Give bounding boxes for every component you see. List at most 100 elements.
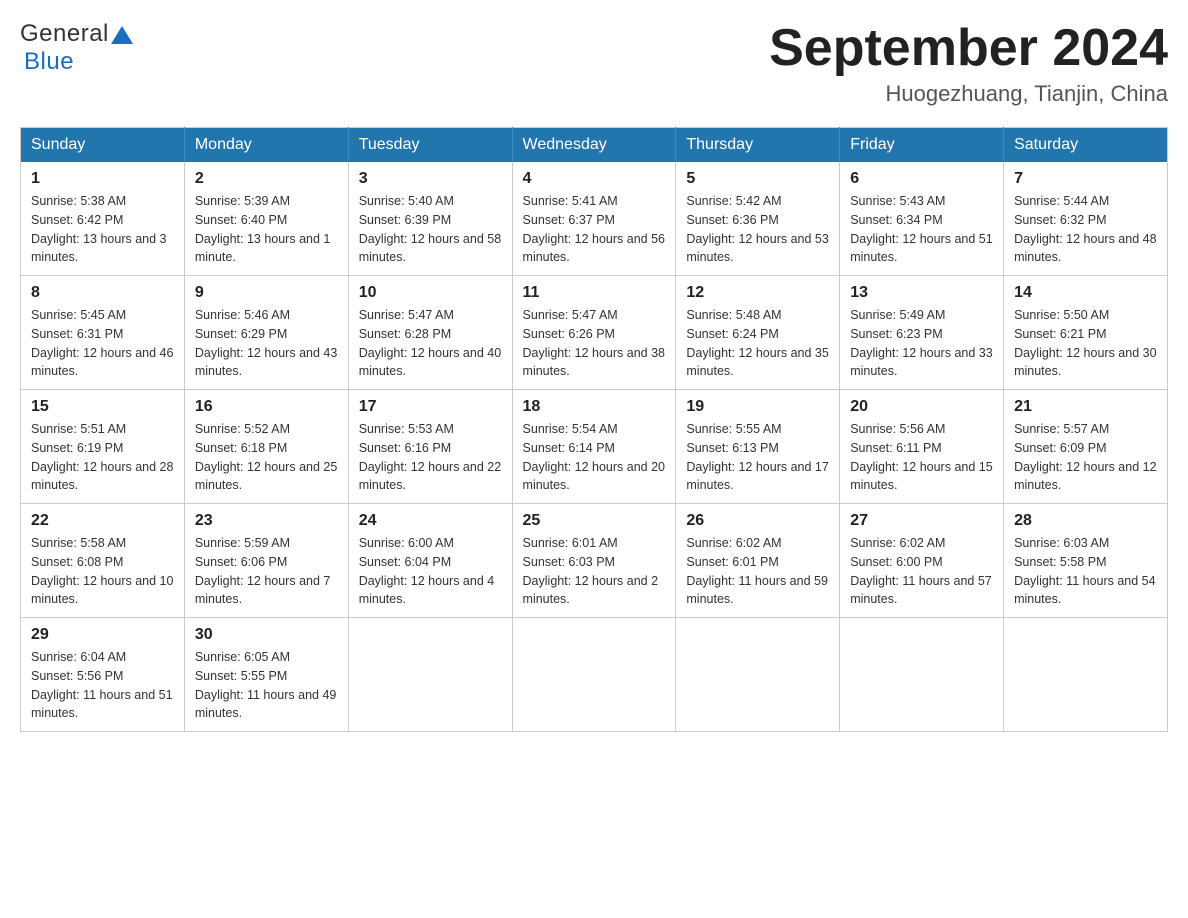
table-row: 19 Sunrise: 5:55 AM Sunset: 6:13 PM Dayl…	[676, 390, 840, 504]
day-number: 1	[31, 170, 174, 188]
table-row: 11 Sunrise: 5:47 AM Sunset: 6:26 PM Dayl…	[512, 276, 676, 390]
day-number: 4	[523, 170, 666, 188]
week-row-2: 8 Sunrise: 5:45 AM Sunset: 6:31 PM Dayli…	[21, 276, 1168, 390]
header-monday: Monday	[184, 128, 348, 163]
day-number: 23	[195, 512, 338, 530]
table-row: 20 Sunrise: 5:56 AM Sunset: 6:11 PM Dayl…	[840, 390, 1004, 504]
table-row: 27 Sunrise: 6:02 AM Sunset: 6:00 PM Dayl…	[840, 504, 1004, 618]
day-info: Sunrise: 5:55 AM Sunset: 6:13 PM Dayligh…	[686, 420, 829, 495]
table-row: 14 Sunrise: 5:50 AM Sunset: 6:21 PM Dayl…	[1004, 276, 1168, 390]
day-number: 27	[850, 512, 993, 530]
table-row: 5 Sunrise: 5:42 AM Sunset: 6:36 PM Dayli…	[676, 162, 840, 276]
day-number: 22	[31, 512, 174, 530]
table-row: 12 Sunrise: 5:48 AM Sunset: 6:24 PM Dayl…	[676, 276, 840, 390]
table-row: 6 Sunrise: 5:43 AM Sunset: 6:34 PM Dayli…	[840, 162, 1004, 276]
day-number: 9	[195, 284, 338, 302]
logo-triangle-icon	[111, 26, 133, 44]
day-info: Sunrise: 5:54 AM Sunset: 6:14 PM Dayligh…	[523, 420, 666, 495]
day-number: 13	[850, 284, 993, 302]
day-number: 14	[1014, 284, 1157, 302]
day-info: Sunrise: 5:44 AM Sunset: 6:32 PM Dayligh…	[1014, 192, 1157, 267]
day-number: 30	[195, 626, 338, 644]
table-row: 17 Sunrise: 5:53 AM Sunset: 6:16 PM Dayl…	[348, 390, 512, 504]
day-number: 5	[686, 170, 829, 188]
week-row-5: 29 Sunrise: 6:04 AM Sunset: 5:56 PM Dayl…	[21, 618, 1168, 732]
day-info: Sunrise: 5:50 AM Sunset: 6:21 PM Dayligh…	[1014, 306, 1157, 381]
day-info: Sunrise: 5:39 AM Sunset: 6:40 PM Dayligh…	[195, 192, 338, 267]
day-info: Sunrise: 5:43 AM Sunset: 6:34 PM Dayligh…	[850, 192, 993, 267]
table-row	[1004, 618, 1168, 732]
logo-blue-text: Blue	[24, 48, 74, 76]
day-info: Sunrise: 6:00 AM Sunset: 6:04 PM Dayligh…	[359, 534, 502, 609]
week-row-3: 15 Sunrise: 5:51 AM Sunset: 6:19 PM Dayl…	[21, 390, 1168, 504]
table-row: 13 Sunrise: 5:49 AM Sunset: 6:23 PM Dayl…	[840, 276, 1004, 390]
logo: General Blue	[20, 20, 133, 76]
day-number: 12	[686, 284, 829, 302]
day-number: 2	[195, 170, 338, 188]
table-row: 23 Sunrise: 5:59 AM Sunset: 6:06 PM Dayl…	[184, 504, 348, 618]
table-row	[348, 618, 512, 732]
day-number: 15	[31, 398, 174, 416]
day-info: Sunrise: 5:58 AM Sunset: 6:08 PM Dayligh…	[31, 534, 174, 609]
day-info: Sunrise: 6:03 AM Sunset: 5:58 PM Dayligh…	[1014, 534, 1157, 609]
table-row: 28 Sunrise: 6:03 AM Sunset: 5:58 PM Dayl…	[1004, 504, 1168, 618]
day-number: 3	[359, 170, 502, 188]
table-row: 9 Sunrise: 5:46 AM Sunset: 6:29 PM Dayli…	[184, 276, 348, 390]
day-info: Sunrise: 5:52 AM Sunset: 6:18 PM Dayligh…	[195, 420, 338, 495]
table-row: 15 Sunrise: 5:51 AM Sunset: 6:19 PM Dayl…	[21, 390, 185, 504]
table-row: 7 Sunrise: 5:44 AM Sunset: 6:32 PM Dayli…	[1004, 162, 1168, 276]
day-number: 24	[359, 512, 502, 530]
table-row: 16 Sunrise: 5:52 AM Sunset: 6:18 PM Dayl…	[184, 390, 348, 504]
day-info: Sunrise: 5:53 AM Sunset: 6:16 PM Dayligh…	[359, 420, 502, 495]
table-row: 1 Sunrise: 5:38 AM Sunset: 6:42 PM Dayli…	[21, 162, 185, 276]
day-info: Sunrise: 5:40 AM Sunset: 6:39 PM Dayligh…	[359, 192, 502, 267]
day-number: 7	[1014, 170, 1157, 188]
day-info: Sunrise: 5:49 AM Sunset: 6:23 PM Dayligh…	[850, 306, 993, 381]
table-row: 30 Sunrise: 6:05 AM Sunset: 5:55 PM Dayl…	[184, 618, 348, 732]
calendar-title-block: September 2024 Huogezhuang, Tianjin, Chi…	[769, 20, 1168, 107]
day-info: Sunrise: 6:04 AM Sunset: 5:56 PM Dayligh…	[31, 648, 174, 723]
day-info: Sunrise: 5:42 AM Sunset: 6:36 PM Dayligh…	[686, 192, 829, 267]
table-row: 10 Sunrise: 5:47 AM Sunset: 6:28 PM Dayl…	[348, 276, 512, 390]
header-friday: Friday	[840, 128, 1004, 163]
table-row: 26 Sunrise: 6:02 AM Sunset: 6:01 PM Dayl…	[676, 504, 840, 618]
table-row: 2 Sunrise: 5:39 AM Sunset: 6:40 PM Dayli…	[184, 162, 348, 276]
day-number: 17	[359, 398, 502, 416]
day-info: Sunrise: 5:45 AM Sunset: 6:31 PM Dayligh…	[31, 306, 174, 381]
header-wednesday: Wednesday	[512, 128, 676, 163]
table-row: 21 Sunrise: 5:57 AM Sunset: 6:09 PM Dayl…	[1004, 390, 1168, 504]
table-row: 18 Sunrise: 5:54 AM Sunset: 6:14 PM Dayl…	[512, 390, 676, 504]
header-thursday: Thursday	[676, 128, 840, 163]
table-row: 25 Sunrise: 6:01 AM Sunset: 6:03 PM Dayl…	[512, 504, 676, 618]
day-number: 10	[359, 284, 502, 302]
week-row-4: 22 Sunrise: 5:58 AM Sunset: 6:08 PM Dayl…	[21, 504, 1168, 618]
table-row: 22 Sunrise: 5:58 AM Sunset: 6:08 PM Dayl…	[21, 504, 185, 618]
table-row	[512, 618, 676, 732]
day-number: 25	[523, 512, 666, 530]
day-number: 8	[31, 284, 174, 302]
day-number: 6	[850, 170, 993, 188]
day-info: Sunrise: 5:41 AM Sunset: 6:37 PM Dayligh…	[523, 192, 666, 267]
day-info: Sunrise: 5:38 AM Sunset: 6:42 PM Dayligh…	[31, 192, 174, 267]
day-number: 16	[195, 398, 338, 416]
day-info: Sunrise: 5:48 AM Sunset: 6:24 PM Dayligh…	[686, 306, 829, 381]
day-number: 26	[686, 512, 829, 530]
table-row: 3 Sunrise: 5:40 AM Sunset: 6:39 PM Dayli…	[348, 162, 512, 276]
table-row: 29 Sunrise: 6:04 AM Sunset: 5:56 PM Dayl…	[21, 618, 185, 732]
day-info: Sunrise: 6:02 AM Sunset: 6:00 PM Dayligh…	[850, 534, 993, 609]
day-info: Sunrise: 6:01 AM Sunset: 6:03 PM Dayligh…	[523, 534, 666, 609]
day-info: Sunrise: 5:56 AM Sunset: 6:11 PM Dayligh…	[850, 420, 993, 495]
table-row	[676, 618, 840, 732]
calendar-title: September 2024	[769, 20, 1168, 77]
day-info: Sunrise: 5:46 AM Sunset: 6:29 PM Dayligh…	[195, 306, 338, 381]
day-number: 29	[31, 626, 174, 644]
day-info: Sunrise: 5:47 AM Sunset: 6:28 PM Dayligh…	[359, 306, 502, 381]
day-number: 28	[1014, 512, 1157, 530]
day-number: 20	[850, 398, 993, 416]
day-info: Sunrise: 6:02 AM Sunset: 6:01 PM Dayligh…	[686, 534, 829, 609]
week-row-1: 1 Sunrise: 5:38 AM Sunset: 6:42 PM Dayli…	[21, 162, 1168, 276]
logo-general-text: General	[20, 20, 109, 48]
weekday-header-row: Sunday Monday Tuesday Wednesday Thursday…	[21, 128, 1168, 163]
table-row: 8 Sunrise: 5:45 AM Sunset: 6:31 PM Dayli…	[21, 276, 185, 390]
table-row: 4 Sunrise: 5:41 AM Sunset: 6:37 PM Dayli…	[512, 162, 676, 276]
